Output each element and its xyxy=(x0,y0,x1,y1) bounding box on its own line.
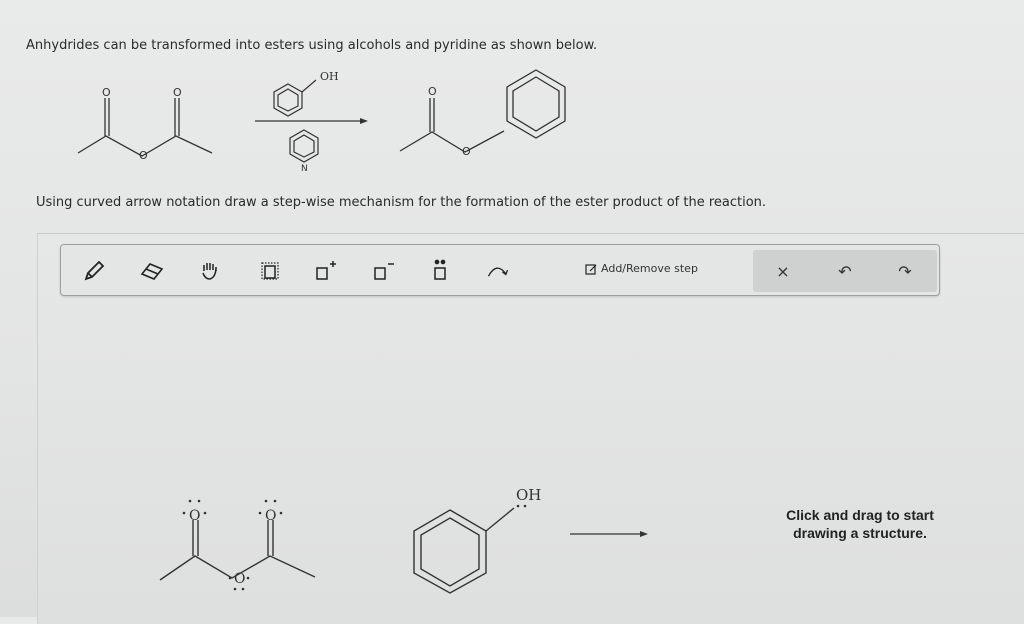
carbonyl-o-label: O xyxy=(189,508,200,524)
pencil-icon[interactable] xyxy=(81,258,107,284)
eraser-icon[interactable] xyxy=(139,258,165,284)
oh-label: OH xyxy=(320,70,339,83)
lone-pair-dots xyxy=(516,504,527,508)
drawing-toolbar: Add/Remove step × ↶ ↷ xyxy=(60,244,940,296)
carbonyl-o-label: O xyxy=(265,508,276,524)
add-remove-step-button[interactable]: Add/Remove step xyxy=(585,262,698,275)
curved-arrow-icon[interactable] xyxy=(485,258,511,284)
redo-button[interactable]: ↷ xyxy=(893,259,917,283)
positive-charge-icon[interactable] xyxy=(313,258,339,284)
edit-icon xyxy=(585,263,597,275)
bridge-o-label: O xyxy=(234,571,245,587)
canvas-hint: Click and drag to start drawing a struct… xyxy=(786,507,934,541)
question-intro: Anhydrides can be transformed into ester… xyxy=(26,38,598,53)
question-instruction: Using curved arrow notation draw a step-… xyxy=(36,195,767,210)
close-button[interactable]: × xyxy=(771,259,795,283)
carbonyl-o-label: O xyxy=(173,86,182,99)
add-remove-step-label: Add/Remove step xyxy=(601,262,698,275)
ester-carbonyl-o-label: O xyxy=(428,85,437,98)
hand-icon[interactable] xyxy=(197,258,223,284)
canvas-structures[interactable]: O O O OH xyxy=(150,480,670,605)
negative-charge-icon[interactable] xyxy=(371,258,397,284)
carbonyl-o-label: O xyxy=(102,86,111,99)
lone-pair-icon[interactable] xyxy=(427,258,453,284)
bridge-o-label: O xyxy=(139,149,148,162)
action-buttons: × ↶ ↷ xyxy=(753,250,937,292)
ester-o-label: O xyxy=(462,145,471,158)
reaction-scheme: O O O OH N O O xyxy=(77,69,566,174)
selection-box-icon[interactable] xyxy=(257,258,283,284)
pyridine-n-label: N xyxy=(301,164,308,174)
oh-label: OH xyxy=(516,486,541,504)
undo-button[interactable]: ↶ xyxy=(833,259,857,283)
